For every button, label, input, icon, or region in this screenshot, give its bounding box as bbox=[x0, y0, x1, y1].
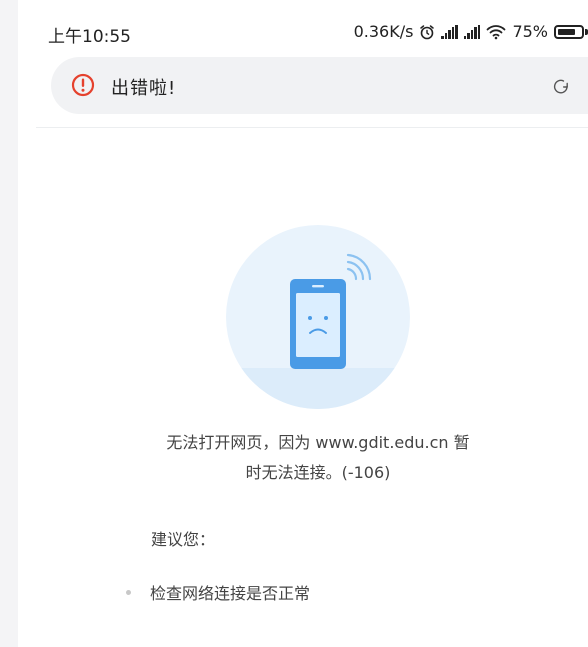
signal-1-icon bbox=[441, 24, 458, 39]
error-message: 无法打开网页，因为 www.gdit.edu.cn 暂 时无法连接。(-106) bbox=[118, 428, 518, 488]
header-divider bbox=[36, 127, 588, 128]
error-alert-icon bbox=[71, 73, 95, 97]
status-indicators: 0.36K/s 75% bbox=[354, 22, 588, 41]
alarm-icon bbox=[420, 24, 435, 39]
bullet-dot bbox=[126, 589, 131, 595]
error-message-line2: 时无法连接。(-106) bbox=[245, 463, 391, 482]
phone-no-signal-illustration bbox=[226, 225, 410, 409]
suggestion-heading: 建议您： bbox=[151, 530, 216, 549]
suggestion-text: 检查网络连接是否正常 bbox=[150, 584, 311, 603]
signal-2-icon bbox=[463, 24, 481, 39]
network-speed: 0.36K/s bbox=[353, 22, 414, 41]
status-bar: 上午10:55 0.36K/s 75% bbox=[18, 0, 588, 56]
battery-percent: 75% bbox=[512, 22, 548, 41]
browser-screen: 上午10:55 0.36K/s 75% 出错啦! 无法打开网页，因为 www.g… bbox=[18, 0, 588, 647]
address-bar[interactable]: 出错啦! bbox=[51, 57, 588, 114]
error-message-line1: 无法打开网页，因为 www.gdit.edu.cn 暂 bbox=[166, 433, 470, 452]
status-time: 上午10:55 bbox=[48, 27, 131, 47]
page-title: 出错啦! bbox=[111, 78, 177, 99]
wifi-icon bbox=[487, 24, 506, 39]
reload-icon[interactable] bbox=[551, 77, 571, 97]
suggestion-item: 检查网络连接是否正常 bbox=[126, 580, 310, 604]
battery-icon bbox=[554, 24, 588, 39]
